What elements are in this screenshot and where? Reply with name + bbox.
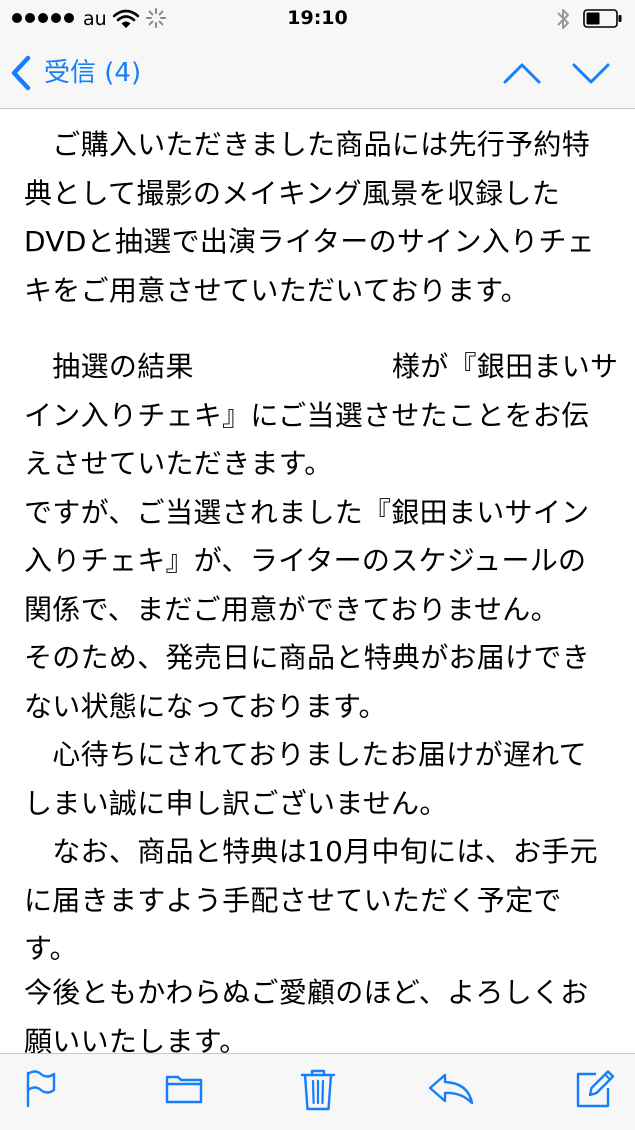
message-body[interactable]: ご購入いただきました商品には先行予約特 典として撮影のメイキング風景を収録した … [0, 109, 635, 1053]
flag-icon [26, 1070, 56, 1108]
reply-button[interactable] [427, 1068, 475, 1108]
trash-icon [300, 1069, 336, 1111]
clock: 19:10 [287, 7, 348, 29]
folder-icon [165, 1075, 203, 1104]
battery-icon [583, 9, 623, 28]
message-paragraph-2: 抽選の結果 様が『銀田まいサ イン入りチェキ』にご当選させたことをお伝 えさせて… [24, 350, 619, 965]
previous-message-button[interactable] [502, 56, 542, 90]
flag-button[interactable] [24, 1068, 58, 1108]
bottom-toolbar [0, 1053, 635, 1130]
chevron-up-icon [503, 63, 541, 84]
reply-icon [428, 1073, 474, 1105]
chevron-down-icon [572, 63, 610, 84]
next-message-button[interactable] [571, 56, 611, 90]
back-button-label: 受信 (4) [44, 58, 142, 88]
back-to-inbox-button[interactable]: 受信 (4) [10, 50, 141, 96]
delete-button[interactable] [300, 1068, 336, 1112]
compose-button[interactable] [574, 1068, 616, 1110]
message-paragraph-1: ご購入いただきました商品には先行予約特 典として撮影のメイキング風景を収録した … [24, 128, 595, 307]
move-to-folder-button[interactable] [164, 1068, 204, 1108]
chevron-left-icon [10, 55, 32, 91]
message-paragraph-3: 今後ともかわらぬご愛顧のほど、よろしくお 願いいたします。 [24, 976, 589, 1053]
status-bar: au 19:10 [0, 0, 635, 38]
navigation-bar: 受信 (4) [0, 38, 635, 109]
bluetooth-icon [555, 6, 571, 36]
compose-icon [576, 1070, 615, 1108]
